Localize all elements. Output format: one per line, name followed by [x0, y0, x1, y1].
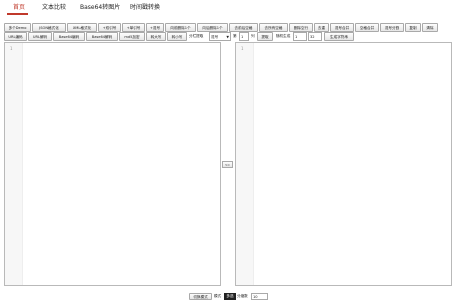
add-double-quote-button[interactable]: +双引号	[98, 23, 121, 32]
base64-decode-button[interactable]: Base64解码	[86, 32, 118, 41]
column-unit-label: 列	[251, 34, 255, 38]
generate-string-button[interactable]: 生成字符串	[324, 32, 354, 41]
left-editor[interactable]: 1	[4, 42, 221, 286]
url-encode-button[interactable]: URL编码	[4, 32, 27, 41]
tab-size-label: 分缩数	[237, 294, 248, 298]
demo-button[interactable]: 多个Demo	[4, 23, 31, 32]
right-editor-gutter: 1	[236, 43, 254, 285]
delete-empty-lines-button[interactable]: 删除空行	[289, 23, 313, 32]
tab-home[interactable]: 首页	[13, 4, 25, 12]
json-format-button[interactable]: JSON格式化	[32, 23, 66, 32]
swap-button[interactable]: <=	[222, 161, 233, 168]
base64-encode-button[interactable]: Base64编码	[53, 32, 85, 41]
lowercase-button[interactable]: 转小写	[167, 32, 187, 41]
toolbar-row-2: URL编码 URL解码 Base64编码 Base64解码 md5加密 转大写 …	[4, 32, 454, 41]
split-extract-label: 分栏提取	[189, 34, 204, 38]
tab-text-compare[interactable]: 文本比较	[42, 4, 66, 12]
copy-button[interactable]: 复制	[405, 23, 421, 32]
active-tab-underline	[7, 13, 28, 15]
space-join-button[interactable]: 空格合并	[355, 23, 379, 32]
left-editor-gutter: 1	[5, 43, 23, 285]
random-generate-label: 随机生成	[276, 34, 291, 38]
line-number: 1	[10, 46, 13, 51]
add-single-quote-button[interactable]: +单引号	[122, 23, 145, 32]
column-index-input[interactable]: 1	[239, 32, 249, 41]
mode-label: 模式	[214, 294, 222, 298]
mode-value: 多选	[224, 293, 236, 300]
trim-spaces-button[interactable]: 去前后空格	[229, 23, 258, 32]
dedupe-button[interactable]: 去重	[314, 23, 329, 32]
line-number: 1	[241, 46, 244, 51]
column-prefix-label: 第	[233, 34, 237, 38]
comma-split-button[interactable]: 逗号分割	[380, 23, 404, 32]
random-length-input[interactable]: 32	[308, 32, 322, 41]
toolbar-row-1: 多个Demo JSON格式化 XML格式化 +双引号 +单引号 +逗号 向前删除…	[4, 23, 454, 32]
random-count-input[interactable]: 1	[293, 32, 307, 41]
tab-base64-to-image[interactable]: Base64转图片	[80, 4, 120, 12]
xml-format-button[interactable]: XML格式化	[67, 23, 97, 32]
clear-button[interactable]: 清除	[422, 23, 438, 32]
chevron-down-icon: ▼	[226, 35, 229, 39]
split-delimiter-value: 逗号	[211, 35, 219, 39]
uppercase-button[interactable]: 转大写	[146, 32, 166, 41]
tab-timestamp-convert[interactable]: 时间戳转换	[130, 4, 160, 12]
switch-mode-button[interactable]: 切换模式	[189, 293, 212, 300]
url-decode-button[interactable]: URL解码	[28, 32, 52, 41]
delete-backward-button[interactable]: 向后删除1个	[197, 23, 228, 32]
add-comma-button[interactable]: +逗号	[146, 23, 164, 32]
comma-join-button[interactable]: 逗号合并	[330, 23, 354, 32]
split-delimiter-select[interactable]: 逗号 ▼	[209, 32, 231, 41]
right-editor[interactable]: 1	[235, 42, 452, 286]
remove-all-spaces-button[interactable]: 去所有空格	[259, 23, 288, 32]
top-nav: 首页 文本比较 Base64转图片 时间戳转换	[0, 0, 456, 18]
delete-forward-button[interactable]: 向前删除1个	[165, 23, 196, 32]
md5-button[interactable]: md5加密	[119, 32, 145, 41]
extract-button[interactable]: 提取	[257, 32, 273, 41]
tab-size-input[interactable]: 10	[251, 293, 268, 300]
